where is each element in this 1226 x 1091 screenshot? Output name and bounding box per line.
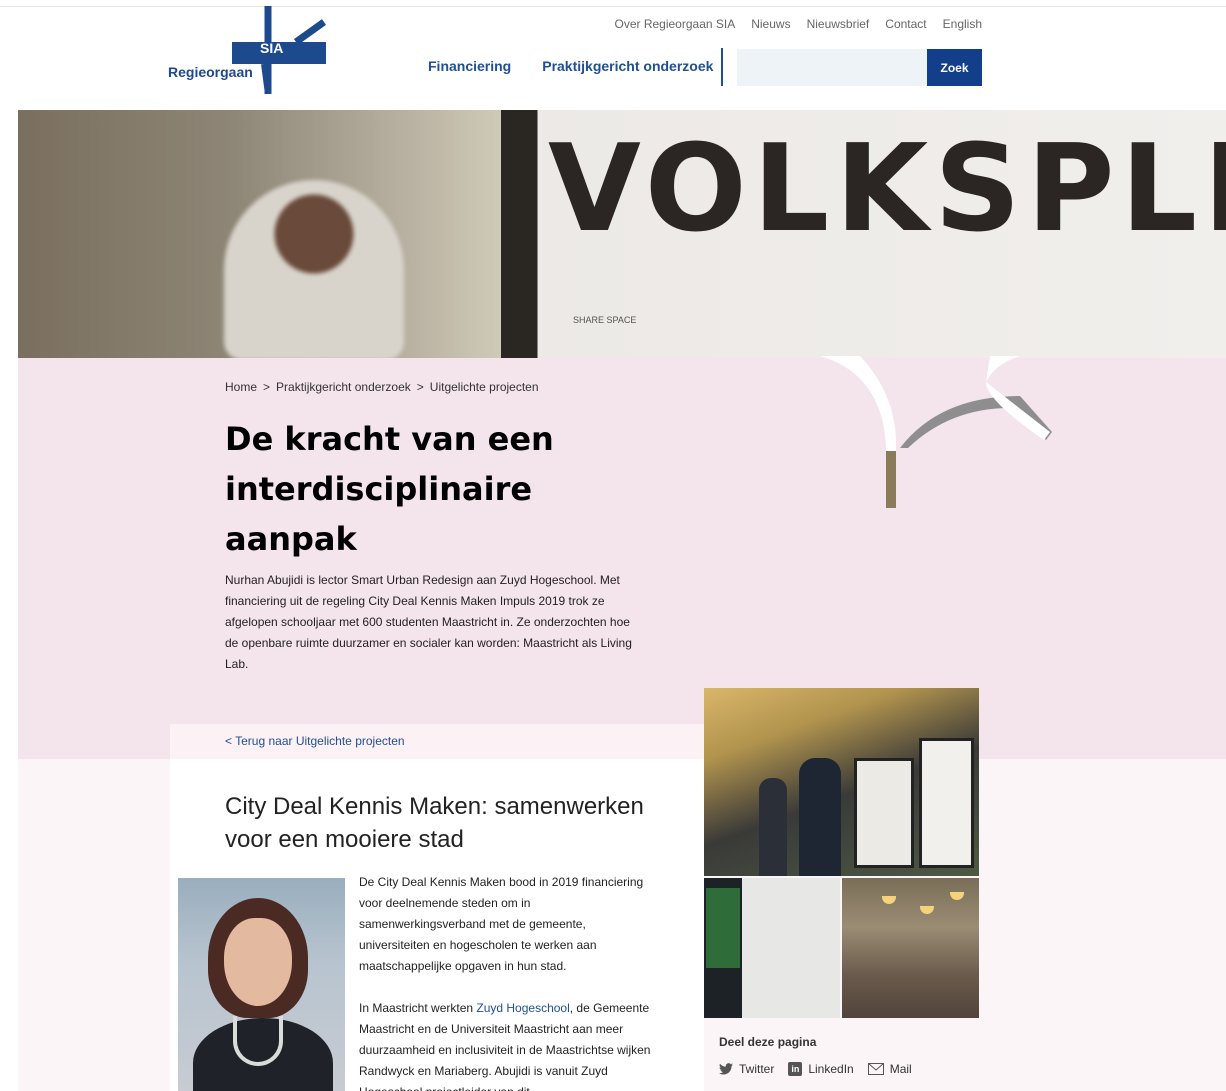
logo-sia-text: SIA — [260, 40, 284, 56]
zuyd-hogeschool-link[interactable]: Zuyd Hogeschool — [476, 1001, 569, 1015]
article-paragraph-1: De City Deal Kennis Maken bood in 2019 f… — [359, 875, 644, 973]
nav-praktijkgericht-onderzoek[interactable]: Praktijkgericht onderzoek — [542, 58, 713, 74]
article-body: De City Deal Kennis Maken bood in 2019 f… — [359, 872, 659, 1091]
main-nav: Financiering Praktijkgericht onderzoek — [428, 58, 713, 74]
regieorgaan-sia-logo[interactable]: SIA Regieorgaan — [168, 4, 338, 94]
decorative-cross-shape — [820, 356, 1052, 508]
visitor-figure — [759, 778, 787, 876]
search-input[interactable] — [737, 49, 927, 86]
utility-link-over[interactable]: Over Regieorgaan SIA — [614, 17, 735, 31]
mail-icon — [867, 1063, 884, 1075]
visitor-figure — [799, 758, 841, 876]
hero-person-blur — [224, 180, 404, 358]
poster-panel — [919, 738, 974, 868]
breadcrumb-home[interactable]: Home — [225, 380, 257, 394]
exhibition-photo-crowd — [842, 878, 979, 1018]
lamp-shape — [950, 892, 964, 900]
portrait-face — [224, 918, 292, 1006]
linkedin-icon: in — [788, 1062, 803, 1076]
share-links: Twitter in LinkedIn Mail — [719, 1062, 912, 1076]
breadcrumb-separator: > — [263, 380, 271, 394]
article-subtitle: City Deal Kennis Maken: samenwerken voor… — [225, 793, 644, 853]
share-linkedin-label: LinkedIn — [808, 1062, 854, 1076]
poster-panel — [854, 758, 914, 868]
lamp-shape — [920, 906, 934, 914]
article-paragraph-2: In Maastricht werkten Zuyd Hogeschool, d… — [359, 998, 659, 1091]
back-to-projects-link[interactable]: < Terug naar Uitgelichte projecten — [225, 734, 405, 748]
breadcrumb: Home > Praktijkgericht onderzoek > Uitge… — [225, 380, 539, 394]
utility-link-english[interactable]: English — [943, 17, 982, 31]
hero-image: VOLKSPLEIN SHARE SPACE — [18, 110, 1226, 358]
nav-financiering[interactable]: Financiering — [428, 58, 511, 74]
logo-cross-icon — [232, 6, 327, 94]
share-linkedin-link[interactable]: in LinkedIn — [788, 1062, 854, 1076]
lamp-shape — [882, 896, 896, 904]
portrait-photo — [178, 878, 345, 1091]
share-mail-link[interactable]: Mail — [867, 1062, 912, 1076]
share-twitter-link[interactable]: Twitter — [719, 1062, 774, 1076]
breadcrumb-praktijkgericht-onderzoek[interactable]: Praktijkgericht onderzoek — [276, 380, 411, 394]
breadcrumb-uitgelichte-projecten[interactable]: Uitgelichte projecten — [430, 380, 539, 394]
breadcrumb-separator: > — [416, 380, 424, 394]
portrait-necklace — [233, 1016, 283, 1066]
search-button[interactable]: Zoek — [927, 49, 982, 86]
share-mail-label: Mail — [889, 1062, 912, 1076]
twitter-icon — [719, 1063, 733, 1075]
display-screen — [706, 888, 740, 968]
nav-active-divider — [721, 48, 723, 86]
utility-link-nieuwsbrief[interactable]: Nieuwsbrief — [807, 17, 870, 31]
logo-wordmark: Regieorgaan — [168, 64, 253, 80]
page-title: De kracht van een interdisciplinaire aan… — [225, 420, 554, 558]
utility-link-nieuws[interactable]: Nieuws — [751, 17, 790, 31]
hero-sign-text: VOLKSPLEIN — [548, 120, 1226, 259]
paragraph-2-text-start: In Maastricht werkten — [359, 1001, 477, 1015]
utility-link-contact[interactable]: Contact — [885, 17, 926, 31]
intro-text: Nurhan Abujidi is lector Smart Urban Red… — [225, 573, 632, 671]
share-twitter-label: Twitter — [739, 1062, 775, 1076]
exhibition-photo-screen — [704, 878, 840, 1018]
hero-sign-small-text: SHARE SPACE — [573, 315, 637, 325]
utility-nav: Over Regieorgaan SIA Nieuws Nieuwsbrief … — [614, 17, 982, 31]
share-title: Deel deze pagina — [719, 1035, 817, 1049]
exhibition-photo-main — [704, 688, 979, 876]
search-form: Zoek — [737, 49, 982, 86]
